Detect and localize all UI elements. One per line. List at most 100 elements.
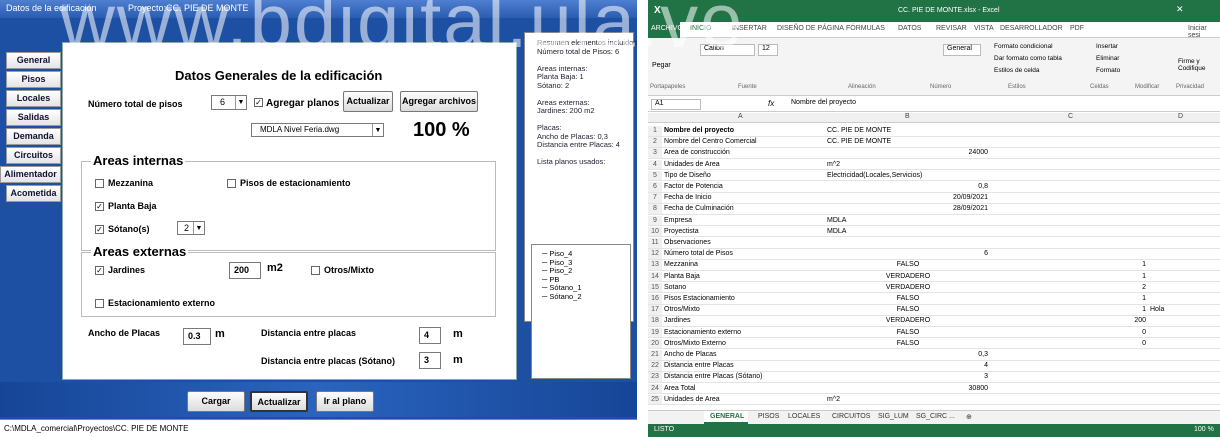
cell-a[interactable]: Ancho de Placas [664, 350, 717, 360]
nav-pisos[interactable]: Pisos [6, 71, 61, 88]
sotano-checkbox[interactable]: ✓ [95, 225, 104, 234]
tab-inicio[interactable]: INICIO [690, 25, 711, 32]
actualizar-top-button[interactable]: Actualizar [343, 91, 393, 112]
tab-pdf[interactable]: PDF [1070, 25, 1084, 32]
row-number[interactable]: 18 [648, 316, 662, 326]
cell-a[interactable]: Unidades de Area [664, 160, 720, 170]
ir-plano-button[interactable]: Ir al plano [316, 391, 374, 412]
cell-b[interactable]: Electricidad(Locales,Servicios) [827, 171, 922, 181]
dist-placas-input[interactable]: 4 [419, 327, 441, 344]
sheet-row[interactable]: 1 Nombre del proyecto CC. PIE DE MONTE [648, 126, 1220, 137]
row-number[interactable]: 3 [648, 148, 662, 158]
sheet-row[interactable]: 4 Unidades de Area m^2 [648, 159, 1220, 171]
tab-revisar[interactable]: REVISAR [936, 25, 967, 32]
cell-c[interactable]: 0 [988, 339, 1146, 349]
cell-b[interactable]: VERDADERO [828, 316, 988, 326]
cell-a[interactable]: Factor de Potencia [664, 182, 723, 192]
nav-salidas[interactable]: Salidas [6, 109, 61, 126]
nav-general[interactable]: General [6, 52, 61, 69]
sheet-locales[interactable]: LOCALES [788, 413, 820, 420]
name-box[interactable]: A1 [651, 99, 701, 110]
agregar-planos-checkbox[interactable]: ✓ [254, 98, 263, 107]
formato-cells[interactable]: Formato [1096, 67, 1120, 74]
cell-b[interactable]: 6 [828, 249, 988, 259]
row-number[interactable]: 8 [648, 204, 662, 214]
row-number[interactable]: 7 [648, 193, 662, 203]
cell-a[interactable]: Area de construcción [664, 148, 730, 158]
sheet-row[interactable]: 14 Planta Baja VERDADERO 1 [648, 271, 1220, 283]
cell-a[interactable]: Jardines [664, 316, 690, 326]
jardines-checkbox[interactable]: ✓ [95, 266, 104, 275]
sheet-row[interactable]: 15 Sotano VERDADERO 2 [648, 282, 1220, 294]
estac-externo-checkbox[interactable] [95, 299, 104, 308]
nav-locales[interactable]: Locales [6, 90, 61, 107]
cell-b[interactable]: CC. PIE DE MONTE [827, 137, 891, 147]
sheet-row[interactable]: 9 Empresa MDLA [648, 215, 1220, 227]
dwg-file-select[interactable]: MDLA Nivel Feria.dwg ▼ [251, 123, 384, 137]
cell-b[interactable]: FALSO [828, 260, 988, 270]
row-number[interactable]: 15 [648, 282, 662, 293]
cell-b[interactable]: 3 [828, 372, 988, 382]
row-number[interactable]: 24 [648, 383, 662, 394]
tab-desarrollador[interactable]: DESARROLLADOR [1000, 25, 1063, 32]
cell-b[interactable]: FALSO [828, 328, 988, 338]
row-number[interactable]: 2 [648, 137, 662, 147]
cell-c[interactable]: 0 [988, 328, 1146, 338]
row-number[interactable]: 23 [648, 372, 662, 382]
cell-b[interactable]: m^2 [827, 160, 840, 170]
dar-formato-tabla[interactable]: Dar formato como tabla [994, 55, 1062, 62]
row-number[interactable]: 25 [648, 394, 662, 405]
row-number[interactable]: 9 [648, 215, 662, 226]
tab-insertar[interactable]: INSERTAR [732, 25, 767, 32]
sheet-grid[interactable]: 1 Nombre del proyecto CC. PIE DE MONTE 2 Nom… [648, 126, 1220, 417]
cell-b[interactable]: FALSO [828, 339, 988, 349]
cell-b[interactable]: 20/09/2021 [828, 193, 988, 203]
tab-vista[interactable]: VISTA [974, 25, 994, 32]
actualizar-button[interactable]: Actualizar [250, 391, 308, 412]
nav-acometida[interactable]: Acometida [6, 185, 61, 202]
cell-b[interactable]: m^2 [827, 395, 840, 405]
cell-a[interactable]: Empresa [664, 216, 692, 226]
row-number[interactable]: 16 [648, 294, 662, 304]
col-d[interactable]: D [1178, 113, 1183, 120]
row-number[interactable]: 12 [648, 249, 662, 259]
cell-a[interactable]: Estacionamiento externo [664, 328, 741, 338]
cell-b[interactable]: MDLA [827, 227, 846, 237]
cell-a[interactable]: Nombre del proyecto [664, 126, 734, 136]
cell-a[interactable]: Fecha de Culminación [664, 204, 734, 214]
formula-input[interactable]: Nombre del proyecto [788, 99, 1216, 110]
eliminar-cells[interactable]: Eliminar [1096, 55, 1119, 62]
dist-sotano-input[interactable]: 3 [419, 352, 441, 369]
cell-a[interactable]: Pisos Estacionamiento [664, 294, 735, 304]
tree-item[interactable]: ─ Sótano_2 [542, 292, 627, 302]
sheet-row[interactable]: 3 Area de construcción 24000 [648, 148, 1220, 159]
tab-diseno[interactable]: DISEÑO DE PÁGINA [777, 25, 844, 32]
cell-b[interactable]: 4 [828, 361, 988, 371]
planos-tree[interactable]: ─ Piso_4 ─ Piso_3 ─ Piso_2 ─ PB ─ Sótano_1 ─ … [531, 244, 631, 379]
sheet-row[interactable]: 23 Distancia entre Placas (Sótano) 3 [648, 372, 1220, 383]
sheet-sig-lum[interactable]: SIG_LUM [878, 413, 909, 420]
cell-a[interactable]: Fecha de Inicio [664, 193, 711, 203]
cell-a[interactable]: Distancia entre Placas (Sótano) [664, 372, 762, 382]
cell-b[interactable]: 24000 [828, 148, 988, 158]
sheet-row[interactable]: 6 Factor de Potencia 0,8 [648, 182, 1220, 193]
tab-archivo[interactable]: ARCHIVO [651, 25, 683, 32]
sheet-row[interactable]: 24 Area Total 30800 [648, 383, 1220, 395]
font-name-select[interactable]: Calibri [700, 44, 755, 56]
cell-b[interactable]: 28/09/2021 [828, 204, 988, 214]
col-b[interactable]: B [905, 113, 910, 120]
sheet-circuitos[interactable]: CIRCUITOS [832, 413, 870, 420]
cell-b[interactable]: VERDADERO [828, 283, 988, 293]
cell-a[interactable]: Otros/Mixto Externo [664, 339, 726, 349]
agregar-archivos-button[interactable]: Agregar archivos [400, 91, 478, 112]
estilos-celda[interactable]: Estilos de celda [994, 67, 1040, 74]
sheet-row[interactable]: 19 Estacionamiento externo FALSO 0 [648, 327, 1220, 339]
user-signin[interactable]: Iniciar sesi [1188, 25, 1220, 39]
sheet-row[interactable]: 10 Proyectista MDLA [648, 226, 1220, 238]
cell-a[interactable]: Otros/Mixto [664, 305, 700, 315]
number-format-select[interactable]: General [943, 44, 981, 56]
sheet-pisos[interactable]: PISOS [758, 413, 779, 420]
sheet-general[interactable]: GENERAL [710, 413, 744, 420]
cell-b[interactable]: FALSO [828, 305, 988, 315]
cell-b[interactable]: VERDADERO [828, 272, 988, 282]
